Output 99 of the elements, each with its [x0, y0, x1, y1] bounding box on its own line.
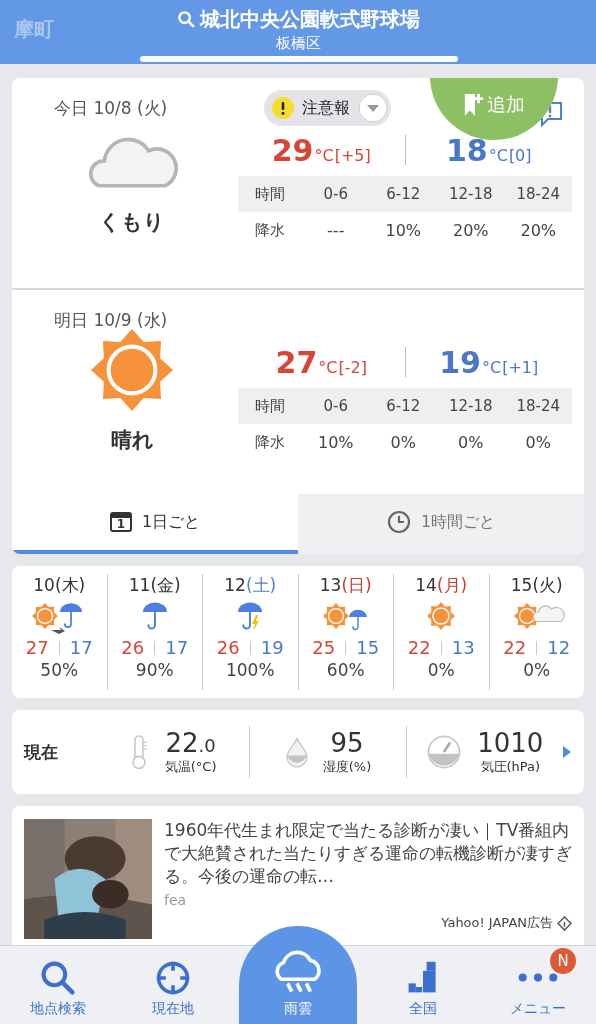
- nav-button[interactable]: 雨雲: [239, 926, 357, 1024]
- measurement-label: 気圧(hPa): [480, 758, 541, 776]
- measurement-label: 湿度(%): [322, 758, 372, 776]
- table-cell-text: 降水: [254, 432, 286, 452]
- table-cell-text: 0%: [389, 432, 417, 452]
- table-cell-text: 時間: [254, 184, 286, 204]
- low-temperature: 19: [439, 344, 481, 380]
- low-temperature: 17: [69, 637, 93, 658]
- tab[interactable]: 1時間ごと: [298, 494, 584, 554]
- bookmark-plus-icon: [463, 92, 485, 118]
- day-label: 15: [510, 575, 533, 595]
- warning-dropdown[interactable]: 注意報: [264, 90, 391, 126]
- table-cell-text: 12-18: [447, 397, 494, 415]
- precipitation-chance: 90%: [135, 660, 174, 680]
- ad-card[interactable]: 1960年代生まれ限定で当たる診断が凄い｜TV番組内で大絶賛された当たりすぎる運命の転機診断が凄すぎる。今後の運命の転… fea Yahoo! JAPAN広告: [12, 806, 584, 946]
- measurement-label: 気温(°C): [164, 758, 217, 776]
- temperature-difference: [+5]: [334, 145, 371, 165]
- weekday-label: (月): [436, 575, 468, 595]
- temperature-difference: [+1]: [502, 357, 539, 377]
- measurement-value: 95: [330, 728, 364, 758]
- notification-badge: N: [550, 948, 576, 974]
- low-temperature: 17: [165, 637, 189, 658]
- table-cell-text: 降水: [254, 220, 286, 240]
- temperature-unit: °C: [488, 145, 508, 165]
- table-cell-text: 0%: [524, 432, 552, 452]
- nav-button[interactable]: N メニュー: [480, 946, 596, 1024]
- exclamation-icon: [272, 97, 294, 119]
- high-temperature: 22: [503, 637, 527, 658]
- precipitation-chance: 60%: [326, 660, 365, 680]
- day-label: 14: [415, 575, 437, 595]
- weather-label: 晴れ: [110, 427, 154, 454]
- caret-icon: [358, 93, 388, 123]
- table-cell-text: ---: [326, 220, 346, 240]
- crosshair-icon: [155, 960, 192, 996]
- low-temperature: 12: [547, 637, 571, 658]
- weekday-label: (木): [54, 575, 86, 595]
- table-cell-text: 0-6: [322, 185, 349, 203]
- table-cell-text: 12-18: [447, 185, 494, 203]
- high-temperature: 27: [275, 344, 318, 380]
- high-temperature: 26: [121, 637, 145, 658]
- low-temperature: 19: [260, 637, 284, 658]
- ad-source: fea: [164, 892, 188, 908]
- nav-button[interactable]: 現在地: [115, 946, 231, 1024]
- date-label: 今日 10/8 (火): [53, 96, 169, 120]
- measurement-value: 22.0: [165, 728, 216, 758]
- table-cell-text: 10%: [316, 432, 355, 452]
- table-cell-text: 0-6: [322, 397, 349, 415]
- calendar-icon: 1: [109, 512, 132, 532]
- high-temperature: 25: [312, 637, 336, 658]
- precipitation-chance: 100%: [225, 660, 275, 680]
- area-name: 板橋区: [275, 34, 321, 53]
- low-temperature: 13: [451, 637, 475, 658]
- day-label: 11: [128, 575, 151, 595]
- precipitation-chance: 0%: [523, 660, 551, 680]
- weekday-label: (火): [532, 575, 563, 595]
- temperature-unit: °C: [314, 145, 334, 165]
- search-icon: [39, 960, 76, 996]
- low-temperature: 15: [356, 637, 380, 658]
- ad-headline[interactable]: 1960年代生まれ限定で当たる診断が凄い｜TV番組内で大絶賛された当たりすぎる運命の転機診断が凄すぎる。今後の運命の転…: [164, 819, 572, 888]
- table-cell-text: 0%: [457, 432, 485, 452]
- location-title[interactable]: 城北中央公園軟式野球場: [199, 6, 420, 33]
- temperature-unit: °C: [482, 357, 502, 377]
- day-label: 10: [33, 575, 55, 595]
- sponsor-label: Yahoo! JAPAN広告: [441, 914, 553, 932]
- table-cell-text: 18-24: [515, 397, 562, 415]
- table-cell-text: 10%: [384, 220, 423, 240]
- date-label: 明日 10/9 (水): [53, 308, 169, 332]
- clock-icon: [386, 510, 411, 534]
- sun-icon: [90, 328, 174, 412]
- table-cell-text: 6-12: [385, 185, 422, 203]
- measurement-value: 1010: [477, 728, 544, 758]
- arrow-right-icon[interactable]: [562, 745, 572, 759]
- weekday-label: (日): [341, 575, 372, 595]
- temperature-difference: [-2]: [338, 357, 367, 377]
- more-icon: [518, 973, 559, 982]
- table-cell-text: 20%: [519, 220, 558, 240]
- temperature-difference: [0]: [508, 145, 532, 165]
- precipitation-chance: 50%: [40, 660, 79, 680]
- weather-label: くもり: [99, 209, 165, 236]
- high-temperature: 27: [25, 637, 49, 658]
- precipitation-chance: 0%: [427, 660, 455, 680]
- temperature-unit: °C: [318, 357, 338, 377]
- current-conditions-card[interactable]: 現在 22.0 気温(°C) 95 湿度(%) 1010 気圧(hPa): [12, 710, 584, 794]
- day-label: 13: [319, 575, 342, 595]
- high-temperature: 29: [271, 132, 314, 168]
- nav-button[interactable]: 地点検索: [0, 946, 116, 1024]
- high-temperature: 26: [216, 637, 240, 658]
- table-cell-text: 時間: [254, 396, 286, 416]
- weekday-label: (土): [245, 575, 277, 595]
- current-label: 現在: [24, 740, 59, 764]
- nav-button[interactable]: 全国: [365, 946, 481, 1024]
- table-cell-text: 18-24: [515, 185, 562, 203]
- table-cell-text: 20%: [451, 220, 490, 240]
- high-temperature: 22: [407, 637, 431, 658]
- day-label: 12: [224, 575, 246, 595]
- table-cell-text: 6-12: [385, 397, 422, 415]
- info-icon[interactable]: [557, 915, 572, 931]
- weekday-label: (金): [150, 575, 181, 595]
- search-icon[interactable]: [176, 10, 196, 29]
